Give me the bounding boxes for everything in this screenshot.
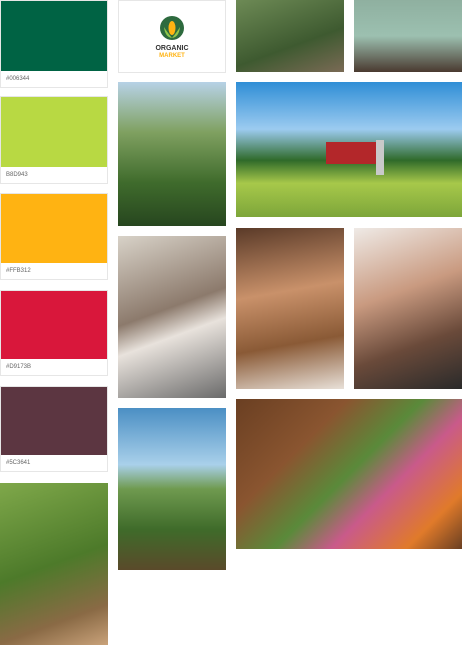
logo-text: ORGANIC bbox=[155, 45, 189, 52]
photo-family-newborn bbox=[118, 236, 226, 398]
photo-child-garden bbox=[236, 0, 344, 72]
photo-baby-bowl bbox=[236, 228, 344, 389]
photo-mother-baby bbox=[354, 228, 462, 389]
swatch-yellow: #FFB312 bbox=[0, 193, 108, 280]
photo-red-barn-farm bbox=[236, 82, 462, 217]
logo-card: ORGANIC MARKET bbox=[118, 0, 226, 73]
swatch-red: #D9173B bbox=[0, 290, 108, 376]
corn-logo-icon bbox=[160, 16, 184, 40]
swatch-plum: #5C3641 bbox=[0, 386, 108, 472]
photo-cornfield-farmer bbox=[118, 82, 226, 226]
swatch-lime: B8D943 bbox=[0, 96, 108, 184]
photo-vegetables bbox=[236, 399, 462, 549]
photo-crop-rows bbox=[118, 408, 226, 570]
photo-child-vineyard bbox=[0, 483, 108, 645]
swatch-green: #006344 bbox=[0, 0, 108, 88]
photo-hands-seedling bbox=[354, 0, 462, 72]
logo-subtext: MARKET bbox=[159, 53, 185, 59]
